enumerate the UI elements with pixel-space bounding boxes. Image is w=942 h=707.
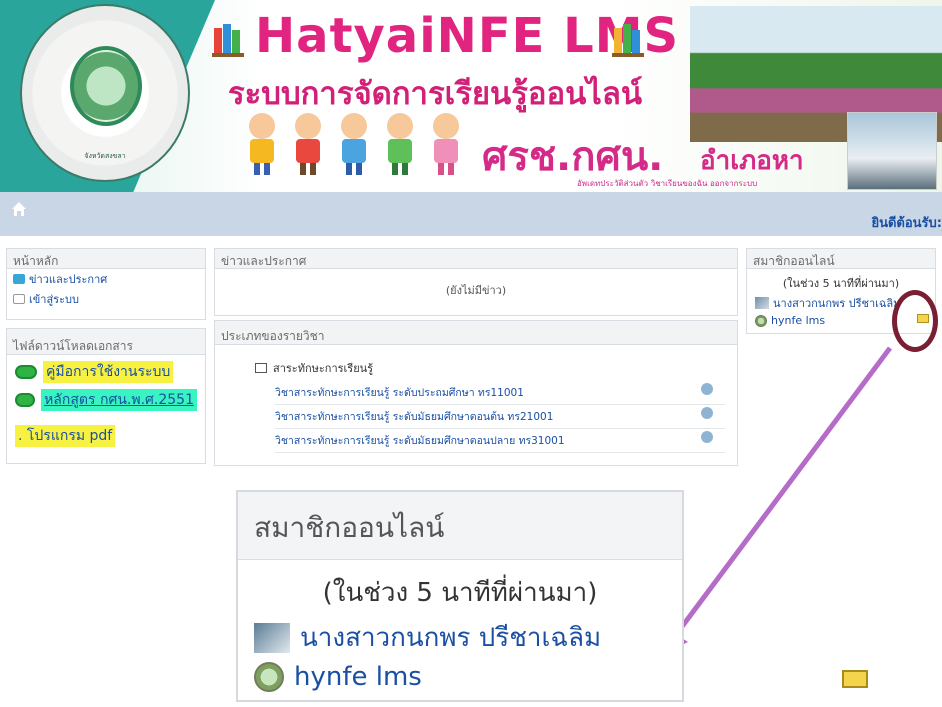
- info-icon[interactable]: [701, 431, 713, 443]
- course-label: วิชาสาระทักษะการเรียนรู้ ระดับมัธยมศึกษา…: [275, 411, 554, 423]
- info-icon[interactable]: [701, 407, 713, 419]
- news-block: ข่าวและประกาศ (ยังไม่มีข่าว): [214, 248, 738, 316]
- online-user-name: นางสาวกนกพร ปรีชาเฉลิม: [773, 297, 901, 310]
- books-icon: [212, 24, 244, 57]
- page: จังหวัดสงขลา HatyaiNFE LMS ระบบการจัดการ…: [0, 0, 942, 707]
- seal-text: จังหวัดสงขลา: [84, 152, 126, 160]
- chat-bubble-icon: [15, 393, 36, 407]
- main-menu-block: หน้าหลัก ข่าวและประกาศ เข้าสู่ระบบ: [6, 248, 206, 320]
- seal-emblem: [70, 46, 142, 126]
- course-link[interactable]: วิชาสาระทักษะการเรียนรู้ ระดับมัธยมศึกษา…: [275, 429, 725, 453]
- header-banner: จังหวัดสงขลา HatyaiNFE LMS ระบบการจัดการ…: [0, 0, 942, 192]
- zoom-user-name: hynfe lms: [294, 662, 422, 692]
- manual-link[interactable]: คู่มือการใช้งานระบบ: [15, 361, 197, 383]
- category-label: สาระทักษะการเรียนรู้: [273, 362, 374, 375]
- zoomed-online-users-panel: สมาชิกออนไลน์ (ในช่วง 5 นาทีที่ผ่านมา) น…: [236, 490, 868, 702]
- course-categories-block: ประเภทของรายวิชา สาระทักษะการเรียนรู้ วิ…: [214, 320, 738, 466]
- zoom-user-link[interactable]: นางสาวกนกพร ปรีชาเฉลิม: [254, 617, 682, 658]
- chat-bubble-icon: [15, 365, 37, 379]
- document-icon: [13, 294, 25, 304]
- pdf-program-link[interactable]: . โปรแกรม pdf: [15, 425, 116, 447]
- books-icon: [612, 24, 644, 57]
- news-link[interactable]: ข่าวและประกาศ: [7, 269, 205, 289]
- login-link[interactable]: เข้าสู่ระบบ: [7, 289, 205, 309]
- chat-icon: [13, 274, 25, 284]
- avatar: [755, 314, 767, 327]
- course-label: วิชาสาระทักษะการเรียนรู้ ระดับประถมศึกษา…: [275, 387, 524, 399]
- curriculum-link[interactable]: หลักสูตร กศน.พ.ศ.2551: [15, 389, 197, 411]
- no-news-text: (ยังไม่มีข่าว): [445, 284, 507, 297]
- avatar: [755, 297, 769, 309]
- online-window-text: (ในช่วง 5 นาทีที่ผ่านมา): [782, 277, 900, 290]
- category-row[interactable]: สาระทักษะการเรียนรู้: [255, 359, 737, 377]
- download-title: ไฟล์ดาวน์โหลดเอกสาร: [7, 329, 205, 355]
- curriculum-link-label: หลักสูตร กศน.พ.ศ.2551: [41, 389, 197, 411]
- home-icon[interactable]: [10, 200, 28, 218]
- zoom-user-name: นางสาวกนกพร ปรีชาเฉลิม: [300, 623, 602, 653]
- user-submenu[interactable]: อัพเดทประวัติส่วนตัว วิชาเรียนของฉัน ออก…: [577, 177, 757, 190]
- course-categories-title: ประเภทของรายวิชา: [215, 321, 737, 345]
- district-title: อำเภอหา: [700, 146, 804, 176]
- avatar: [254, 622, 290, 653]
- zoom-user-link[interactable]: hynfe lms: [254, 662, 868, 692]
- envelope-icon[interactable]: [842, 670, 868, 688]
- avatar: [254, 662, 284, 692]
- category-icon: [255, 363, 267, 373]
- online-users-title: สมาชิกออนไลน์: [747, 249, 935, 269]
- zoom-title: สมาชิกออนไลน์: [238, 492, 682, 560]
- news-block-title: ข่าวและประกาศ: [215, 249, 737, 269]
- download-block: ไฟล์ดาวน์โหลดเอกสาร คู่มือการใช้งานระบบ …: [6, 328, 206, 464]
- main-menu-title: หน้าหลัก: [7, 249, 205, 269]
- highlight-circle: [892, 290, 938, 352]
- info-icon[interactable]: [701, 383, 713, 395]
- navigation-bar: ยินดีต้อนรับ:: [0, 192, 942, 236]
- zoom-window-text: (ในช่วง 5 นาทีที่ผ่านมา): [322, 578, 598, 608]
- news-link-label: ข่าวและประกาศ: [29, 273, 108, 286]
- kids-illustration: [249, 113, 459, 175]
- course-label: วิชาสาระทักษะการเรียนรู้ ระดับมัธยมศึกษา…: [275, 435, 565, 447]
- course-link[interactable]: วิชาสาระทักษะการเรียนรู้ ระดับประถมศึกษา…: [275, 381, 725, 405]
- login-link-label: เข้าสู่ระบบ: [29, 293, 79, 306]
- manual-link-label: คู่มือการใช้งานระบบ: [43, 361, 174, 383]
- welcome-text: ยินดีต้อนรับ:: [871, 216, 942, 231]
- online-user-name: hynfe lms: [771, 314, 826, 327]
- course-link[interactable]: วิชาสาระทักษะการเรียนรู้ ระดับมัธยมศึกษา…: [275, 405, 725, 429]
- person-photo: [847, 112, 937, 190]
- office-seal-logo: จังหวัดสงขลา: [20, 4, 190, 182]
